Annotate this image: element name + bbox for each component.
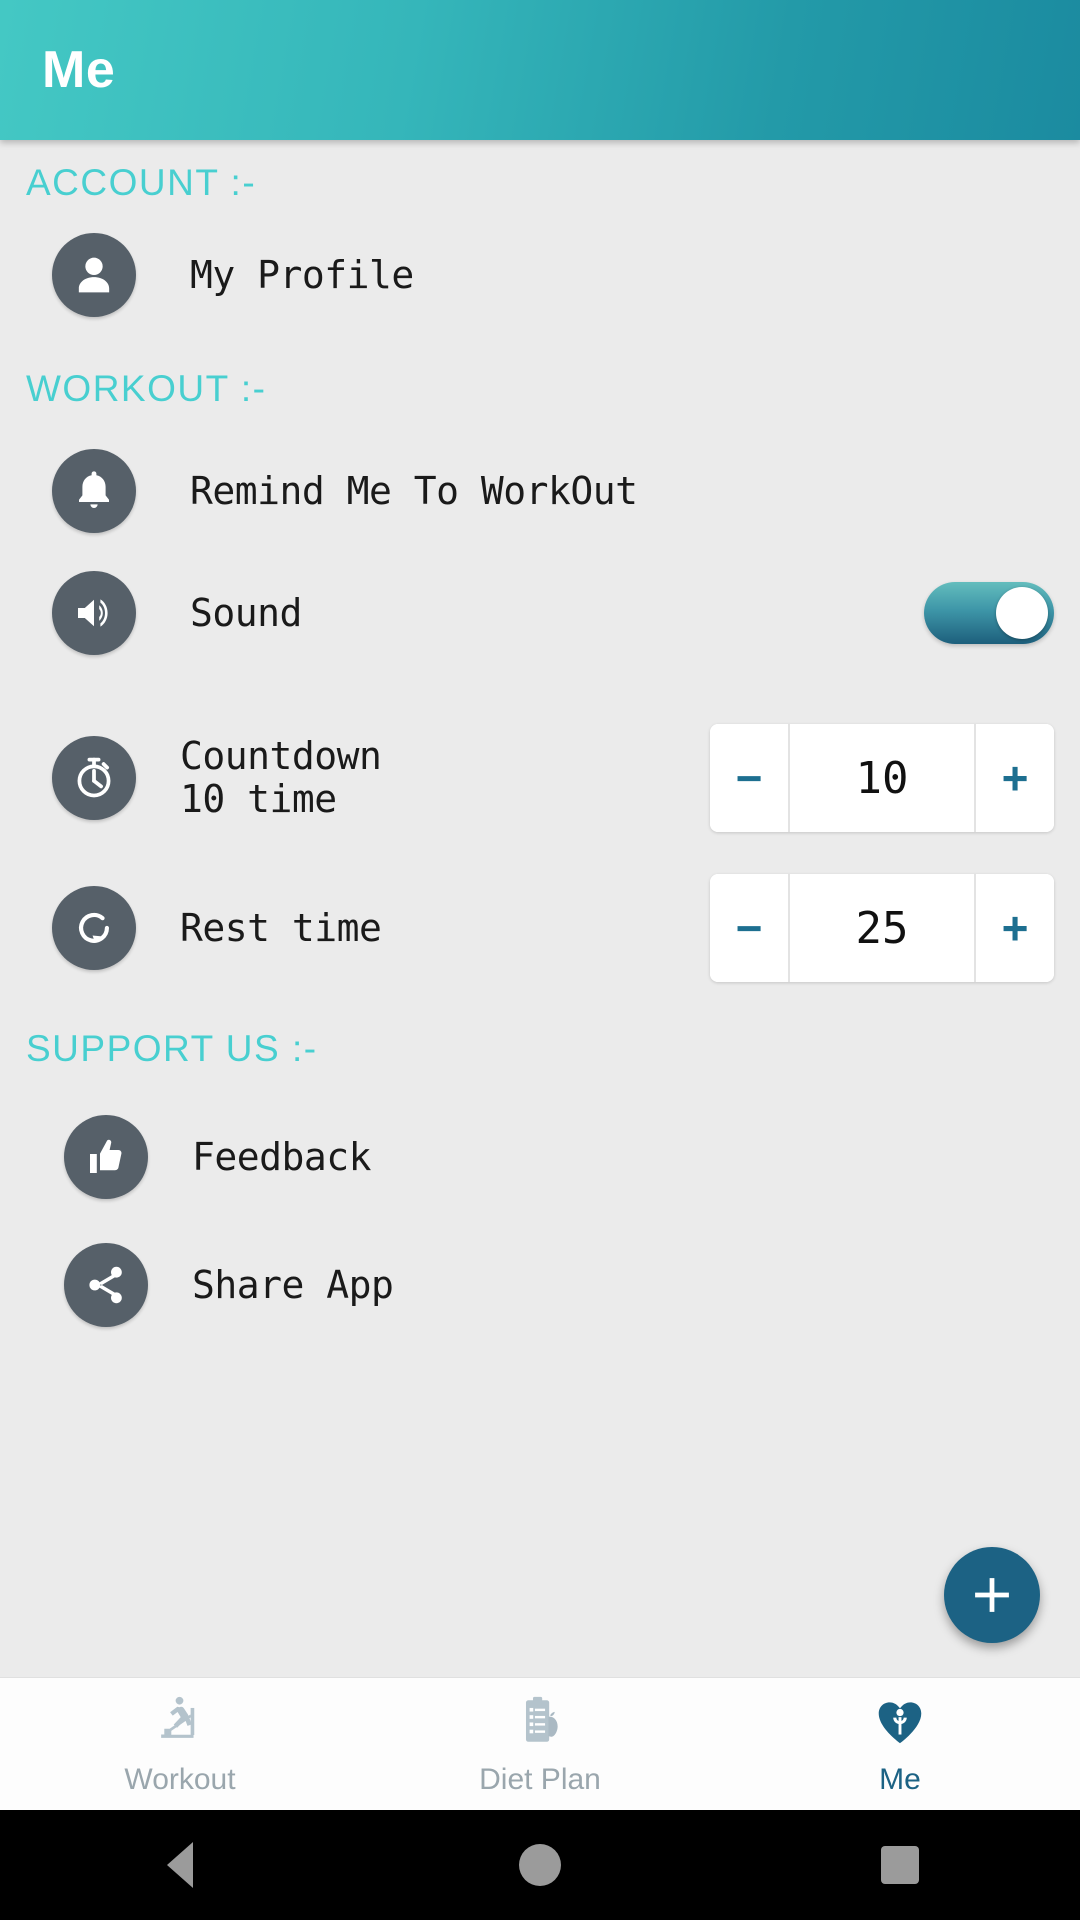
person-icon xyxy=(52,233,136,317)
row-remind-me-to-workout[interactable]: Remind Me To WorkOut xyxy=(0,436,1080,546)
thumbs-up-icon xyxy=(64,1115,148,1199)
row-rest-time[interactable]: Rest time − 25 + xyxy=(0,858,1080,998)
bottom-navigation: Workout Diet Plan Me xyxy=(0,1677,1080,1810)
section-header-workout: WORKOUT :- xyxy=(26,368,267,409)
rest-value[interactable]: 25 xyxy=(788,874,976,982)
android-system-navigation xyxy=(0,1810,1080,1920)
share-icon xyxy=(64,1243,148,1327)
section-header-account: ACCOUNT :- xyxy=(26,162,257,203)
nav-tab-diet-plan[interactable]: Diet Plan xyxy=(360,1692,720,1797)
countdown-stepper[interactable]: − 10 + xyxy=(710,724,1054,832)
heart-person-icon xyxy=(871,1692,929,1755)
bell-icon xyxy=(52,449,136,533)
plus-icon xyxy=(975,1578,1009,1612)
treadmill-icon xyxy=(151,1692,209,1755)
recents-icon xyxy=(881,1846,919,1884)
countdown-decrement-button[interactable]: − xyxy=(710,724,788,832)
toggle-thumb xyxy=(996,587,1048,639)
countdown-value[interactable]: 10 xyxy=(788,724,976,832)
restore-icon xyxy=(52,886,136,970)
countdown-increment-button[interactable]: + xyxy=(976,724,1054,832)
system-back-button[interactable] xyxy=(0,1842,360,1888)
nav-label-workout: Workout xyxy=(124,1762,236,1796)
row-label-share-app: Share App xyxy=(192,1262,394,1307)
home-icon xyxy=(519,1844,561,1886)
volume-icon xyxy=(52,571,136,655)
rest-decrement-button[interactable]: − xyxy=(710,874,788,982)
row-feedback[interactable]: Feedback xyxy=(0,1102,1080,1212)
page-title: Me xyxy=(42,41,116,99)
row-my-profile[interactable]: My Profile xyxy=(0,220,1080,330)
stopwatch-icon xyxy=(52,736,136,820)
clipboard-apple-icon xyxy=(511,1692,569,1755)
row-label-feedback: Feedback xyxy=(192,1134,372,1179)
app-bar: Me xyxy=(0,0,1080,140)
rest-time-stepper[interactable]: − 25 + xyxy=(710,874,1054,982)
rest-increment-button[interactable]: + xyxy=(976,874,1054,982)
system-recents-button[interactable] xyxy=(720,1846,1080,1884)
row-countdown[interactable]: Countdown 10 time − 10 + xyxy=(0,708,1080,848)
row-label-sound: Sound xyxy=(190,590,302,635)
settings-content: ACCOUNT :- My Profile WORKOUT :- Remind … xyxy=(0,140,1080,1677)
nav-tab-workout[interactable]: Workout xyxy=(0,1692,360,1797)
add-fab-button[interactable] xyxy=(944,1547,1040,1643)
row-label-my-profile: My Profile xyxy=(190,252,414,297)
app-screen: Me ACCOUNT :- My Profile WORKOUT :- Remi… xyxy=(0,0,1080,1920)
back-icon xyxy=(167,1842,193,1888)
section-header-support-us: SUPPORT US :- xyxy=(26,1028,318,1069)
nav-label-diet-plan: Diet Plan xyxy=(479,1762,601,1796)
row-share-app[interactable]: Share App xyxy=(0,1230,1080,1340)
row-label-rest-time: Rest time xyxy=(180,905,382,950)
row-sound[interactable]: Sound xyxy=(0,558,1080,668)
row-label-countdown: Countdown 10 time xyxy=(180,734,382,821)
nav-tab-me[interactable]: Me xyxy=(720,1692,1080,1797)
sound-toggle[interactable] xyxy=(924,582,1054,644)
row-label-remind: Remind Me To WorkOut xyxy=(190,468,638,513)
system-home-button[interactable] xyxy=(360,1844,720,1886)
nav-label-me: Me xyxy=(879,1762,921,1796)
